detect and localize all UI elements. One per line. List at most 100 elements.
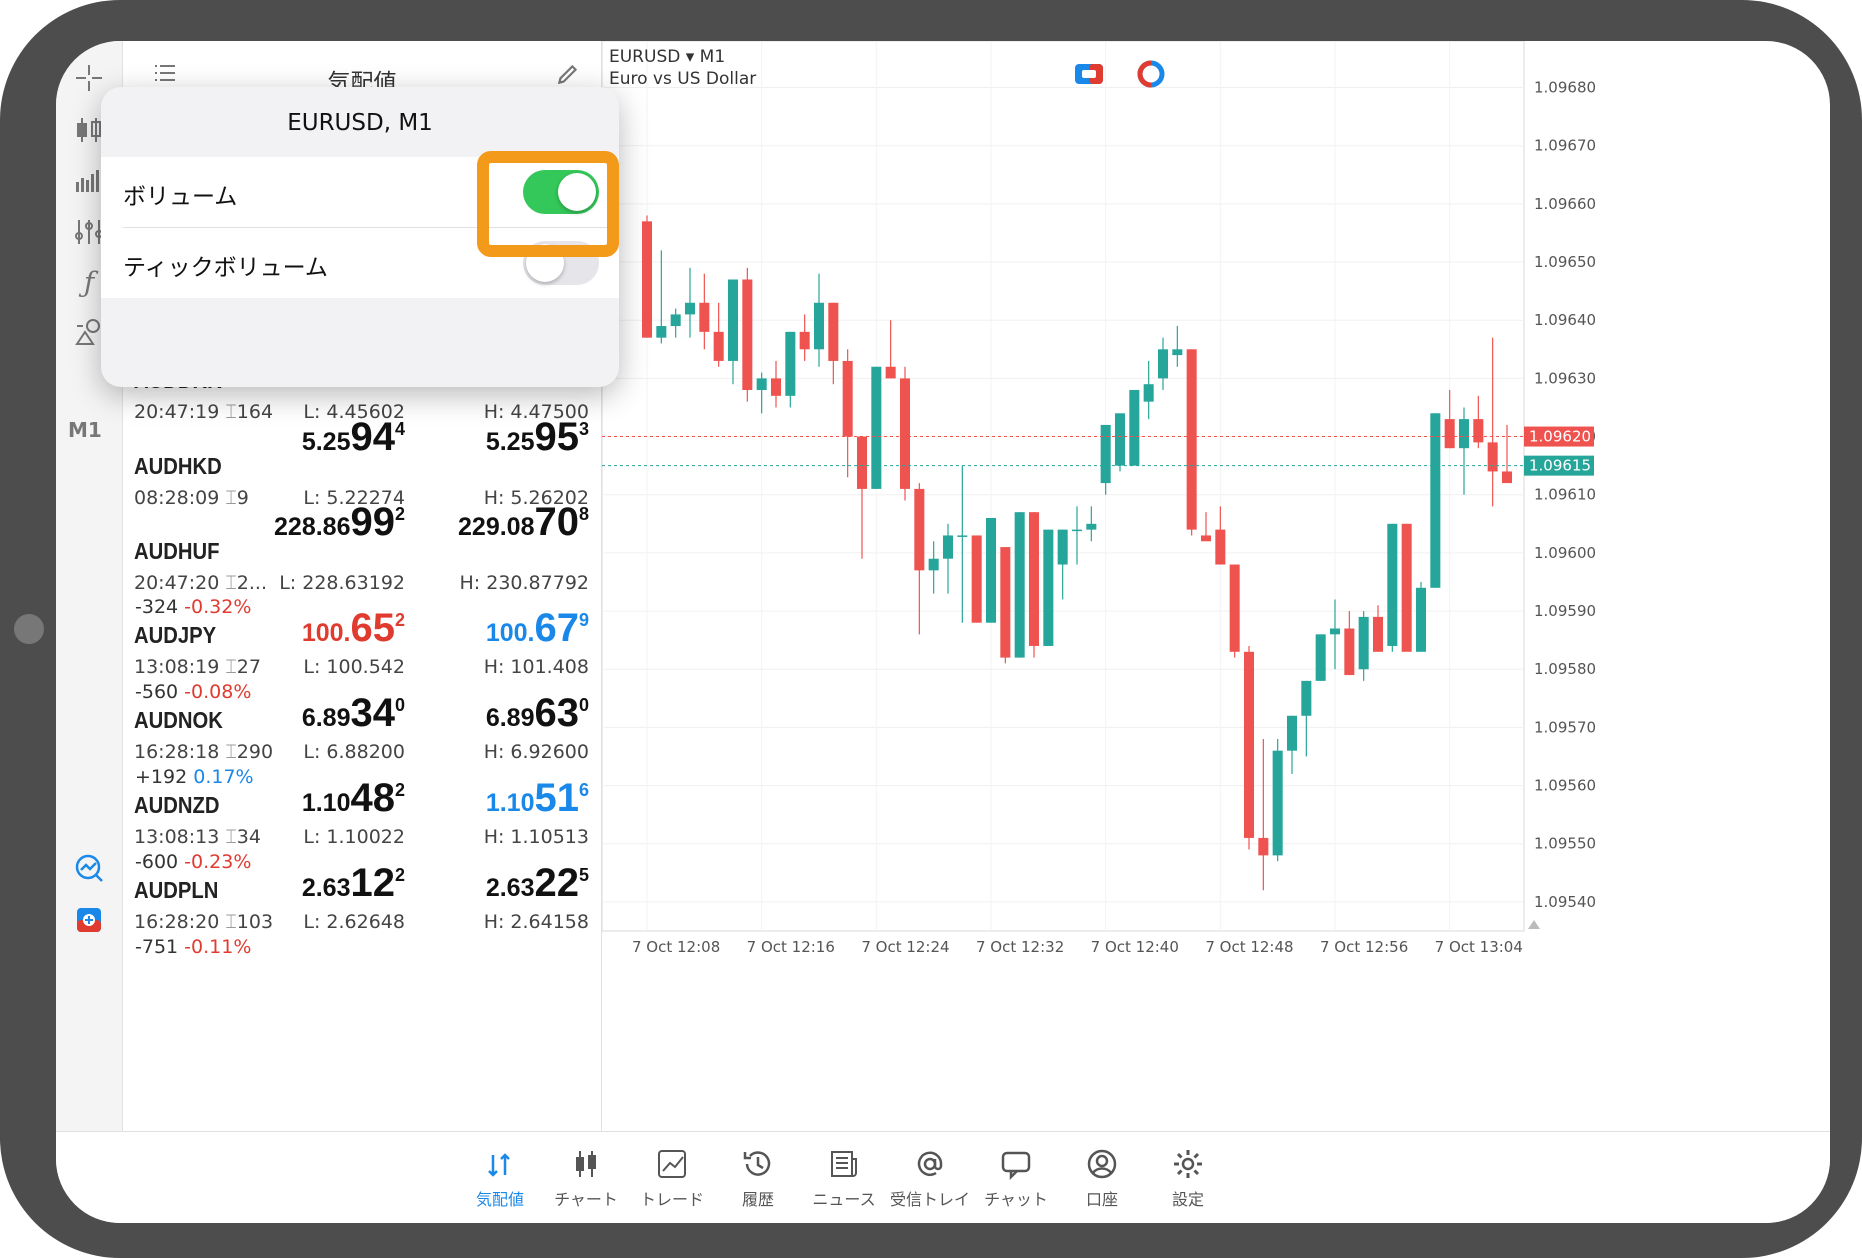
candle-body[interactable]: [684, 302, 696, 315]
bid-pipette: 2: [394, 504, 405, 524]
candle-body[interactable]: [1430, 413, 1441, 588]
chart-symbol[interactable]: EURUSD ▾ M1: [609, 47, 725, 67]
candle-body[interactable]: [1473, 419, 1484, 443]
ask-price[interactable]: 6.89630: [486, 691, 589, 736]
bid-price[interactable]: 5.25944: [302, 415, 405, 460]
candle-body[interactable]: [1272, 750, 1283, 856]
tab-chart[interactable]: チャート: [536, 1144, 636, 1210]
candle-body[interactable]: [1215, 529, 1226, 565]
candle-body[interactable]: [899, 378, 911, 489]
candle-body[interactable]: [1157, 349, 1169, 379]
candle-body[interactable]: [1100, 424, 1111, 484]
one-click-trading-icon[interactable]: [1074, 59, 1104, 89]
candle-body[interactable]: [1143, 384, 1154, 402]
candle-body[interactable]: [670, 314, 681, 327]
tab-settings[interactable]: 設定: [1138, 1144, 1238, 1210]
candle-body[interactable]: [1286, 715, 1298, 751]
chart-area[interactable]: 1.09680 1.09670 1.09660 1.09650 1.09640 1.096…: [602, 41, 1830, 1131]
candle-body[interactable]: [1014, 512, 1025, 658]
ask-price[interactable]: 5.25953: [486, 415, 589, 460]
candlestick-chart[interactable]: 1.09680 1.09670 1.09660 1.09650 1.09640 1.096…: [602, 41, 1830, 1131]
candle-body[interactable]: [727, 279, 739, 361]
candle-body[interactable]: [770, 378, 782, 396]
candle-body[interactable]: [742, 279, 753, 391]
candle-body[interactable]: [914, 488, 925, 571]
ask-price[interactable]: 100.679: [486, 606, 589, 651]
crosshair-icon[interactable]: [70, 59, 108, 97]
tab-account[interactable]: 口座: [1052, 1144, 1152, 1210]
candle-body[interactable]: [1444, 419, 1455, 449]
ask-pipette: 9: [578, 610, 589, 630]
candle-body[interactable]: [1114, 413, 1126, 466]
candle-body[interactable]: [1358, 616, 1369, 670]
quote-row[interactable]: -751 -0.11%: [123, 936, 601, 1037]
ask-price[interactable]: 1.10516: [486, 776, 589, 821]
candle-body[interactable]: [885, 366, 896, 379]
candle-body[interactable]: [1329, 628, 1341, 635]
candle-body[interactable]: [1028, 512, 1040, 646]
candle-body[interactable]: [828, 302, 839, 361]
candle-body[interactable]: [1129, 390, 1140, 466]
candle-body[interactable]: [799, 331, 810, 350]
timeframe-label[interactable]: M1: [68, 418, 102, 442]
bid-price[interactable]: 2.63122: [302, 861, 405, 906]
ask-pipette: 5: [578, 865, 589, 885]
candle-body[interactable]: [1501, 471, 1513, 484]
candle-body[interactable]: [656, 326, 667, 338]
candle-body[interactable]: [928, 558, 939, 571]
tab-quotes[interactable]: 気配値: [450, 1144, 550, 1210]
candle-body[interactable]: [985, 517, 997, 623]
ask-price[interactable]: 229.08708: [458, 500, 589, 545]
symbol-name: AUDPLN: [134, 877, 219, 903]
candle-body[interactable]: [1387, 523, 1398, 646]
candle-body[interactable]: [957, 535, 968, 537]
tab-history[interactable]: 履歴: [708, 1144, 808, 1210]
candle-body[interactable]: [1071, 529, 1083, 532]
depth-of-market-icon[interactable]: [1136, 59, 1166, 89]
candle-body[interactable]: [1315, 634, 1326, 681]
candle-body[interactable]: [785, 331, 796, 396]
candle-body[interactable]: [1372, 616, 1384, 652]
candle-body[interactable]: [1458, 419, 1470, 449]
bid-pipette: 2: [394, 780, 405, 800]
candle-body[interactable]: [1344, 628, 1355, 676]
candle-body[interactable]: [1000, 547, 1011, 658]
tab-chat[interactable]: チャット: [966, 1144, 1066, 1210]
bid-price[interactable]: 6.89340: [302, 691, 405, 736]
candle-body[interactable]: [1200, 535, 1212, 542]
candle-body[interactable]: [1086, 523, 1097, 530]
candle-body[interactable]: [1172, 349, 1183, 356]
candle-body[interactable]: [713, 331, 724, 361]
candle-body[interactable]: [871, 366, 882, 489]
bid-price[interactable]: 228.86992: [274, 500, 405, 545]
candle-body[interactable]: [1487, 442, 1498, 472]
tab-trade[interactable]: トレード: [622, 1144, 722, 1210]
bid-price[interactable]: 1.10482: [302, 776, 405, 821]
high-price: H: 101.408: [483, 656, 589, 678]
candle-body[interactable]: [971, 535, 982, 623]
candle-body[interactable]: [756, 378, 767, 391]
bid-price[interactable]: 100.652: [302, 606, 405, 651]
candle-body[interactable]: [842, 360, 853, 437]
candle-body[interactable]: [1258, 837, 1269, 856]
tab-inbox[interactable]: 受信トレイ: [880, 1144, 980, 1210]
chart-shift-marker[interactable]: [1528, 920, 1540, 929]
candle-body[interactable]: [699, 302, 710, 332]
candle-body[interactable]: [1057, 529, 1068, 565]
chart-timeframe-text: ▾ M1: [685, 47, 726, 67]
one-click-trade-icon[interactable]: [70, 901, 108, 939]
candle-body[interactable]: [942, 535, 954, 559]
ask-price[interactable]: 2.63225: [486, 861, 589, 906]
candle-body[interactable]: [1301, 680, 1312, 716]
candle-body[interactable]: [1401, 523, 1412, 652]
candle-body[interactable]: [1229, 564, 1240, 652]
candle-body[interactable]: [813, 302, 825, 350]
candle-body[interactable]: [856, 436, 868, 489]
candle-body[interactable]: [641, 221, 653, 338]
candle-body[interactable]: [1243, 651, 1255, 838]
candle-body[interactable]: [1186, 349, 1197, 530]
tab-news[interactable]: ニュース: [794, 1144, 894, 1210]
trend-icon[interactable]: [70, 849, 108, 887]
candle-body[interactable]: [1415, 587, 1427, 652]
candle-body[interactable]: [1043, 529, 1054, 646]
